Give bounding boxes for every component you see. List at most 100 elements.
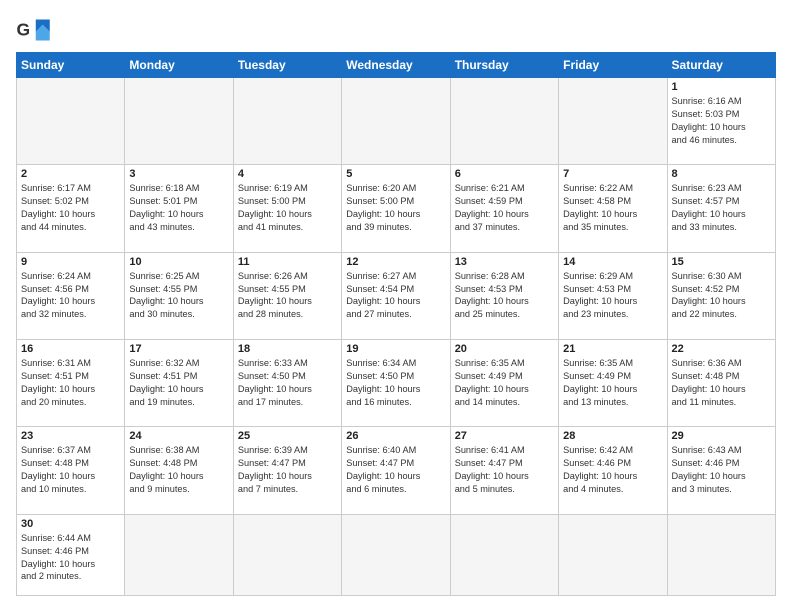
day-info: Sunrise: 6:16 AM Sunset: 5:03 PM Dayligh… [672, 95, 771, 147]
day-info: Sunrise: 6:43 AM Sunset: 4:46 PM Dayligh… [672, 444, 771, 496]
calendar-day-cell [559, 514, 667, 595]
day-number: 2 [21, 168, 120, 180]
calendar-day-cell: 18 Sunrise: 6:33 AM Sunset: 4:50 PM Dayli… [233, 340, 341, 427]
calendar-day-header: Monday [125, 53, 233, 78]
calendar-day-cell: 29 Sunrise: 6:43 AM Sunset: 4:46 PM Dayli… [667, 427, 775, 514]
day-info: Sunrise: 6:28 AM Sunset: 4:53 PM Dayligh… [455, 270, 554, 322]
day-number: 8 [672, 168, 771, 180]
calendar-day-header: Saturday [667, 53, 775, 78]
calendar-week-row: 1 Sunrise: 6:16 AM Sunset: 5:03 PM Daylig… [17, 78, 776, 165]
calendar-day-header: Thursday [450, 53, 558, 78]
day-info: Sunrise: 6:38 AM Sunset: 4:48 PM Dayligh… [129, 444, 228, 496]
day-number: 11 [238, 256, 337, 268]
calendar-day-cell: 8 Sunrise: 6:23 AM Sunset: 4:57 PM Daylig… [667, 165, 775, 252]
calendar-day-cell: 26Sunrise: 6:40 AM Sunset: 4:47 PM Dayli… [342, 427, 450, 514]
calendar-day-cell: 9 Sunrise: 6:24 AM Sunset: 4:56 PM Daylig… [17, 252, 125, 339]
calendar-day-cell: 6 Sunrise: 6:21 AM Sunset: 4:59 PM Daylig… [450, 165, 558, 252]
day-number: 25 [238, 430, 337, 442]
day-info: Sunrise: 6:22 AM Sunset: 4:58 PM Dayligh… [563, 182, 662, 234]
day-number: 24 [129, 430, 228, 442]
calendar-day-header: Friday [559, 53, 667, 78]
calendar-day-cell: 30 Sunrise: 6:44 AM Sunset: 4:46 PM Dayli… [17, 514, 125, 595]
day-info: Sunrise: 6:30 AM Sunset: 4:52 PM Dayligh… [672, 270, 771, 322]
day-info: Sunrise: 6:24 AM Sunset: 4:56 PM Dayligh… [21, 270, 120, 322]
calendar-day-cell: 16 Sunrise: 6:31 AM Sunset: 4:51 PM Dayli… [17, 340, 125, 427]
calendar-day-cell: 5 Sunrise: 6:20 AM Sunset: 5:00 PM Daylig… [342, 165, 450, 252]
logo-icon: G [16, 16, 52, 44]
day-info: Sunrise: 6:35 AM Sunset: 4:49 PM Dayligh… [455, 357, 554, 409]
day-number: 27 [455, 430, 554, 442]
calendar-day-cell: 24 Sunrise: 6:38 AM Sunset: 4:48 PM Dayli… [125, 427, 233, 514]
day-info: Sunrise: 6:39 AM Sunset: 4:47 PM Dayligh… [238, 444, 337, 496]
day-number: 16 [21, 343, 120, 355]
day-info: Sunrise: 6:19 AM Sunset: 5:00 PM Dayligh… [238, 182, 337, 234]
day-info: Sunrise: 6:40 AM Sunset: 4:47 PM Dayligh… [346, 444, 445, 496]
calendar-day-cell: 25 Sunrise: 6:39 AM Sunset: 4:47 PM Dayli… [233, 427, 341, 514]
calendar-day-cell [233, 514, 341, 595]
day-info: Sunrise: 6:27 AM Sunset: 4:54 PM Dayligh… [346, 270, 445, 322]
day-info: Sunrise: 6:21 AM Sunset: 4:59 PM Dayligh… [455, 182, 554, 234]
calendar-day-cell: 19Sunrise: 6:34 AM Sunset: 4:50 PM Dayli… [342, 340, 450, 427]
day-info: Sunrise: 6:25 AM Sunset: 4:55 PM Dayligh… [129, 270, 228, 322]
calendar-day-cell [125, 78, 233, 165]
day-info: Sunrise: 6:44 AM Sunset: 4:46 PM Dayligh… [21, 532, 120, 584]
day-number: 5 [346, 168, 445, 180]
day-number: 1 [672, 81, 771, 93]
day-number: 12 [346, 256, 445, 268]
calendar-day-cell: 13 Sunrise: 6:28 AM Sunset: 4:53 PM Dayli… [450, 252, 558, 339]
calendar-day-cell [342, 78, 450, 165]
day-info: Sunrise: 6:31 AM Sunset: 4:51 PM Dayligh… [21, 357, 120, 409]
calendar-week-row: 23 Sunrise: 6:37 AM Sunset: 4:48 PM Dayli… [17, 427, 776, 514]
day-number: 23 [21, 430, 120, 442]
day-info: Sunrise: 6:20 AM Sunset: 5:00 PM Dayligh… [346, 182, 445, 234]
day-number: 22 [672, 343, 771, 355]
day-info: Sunrise: 6:42 AM Sunset: 4:46 PM Dayligh… [563, 444, 662, 496]
calendar-week-row: 30 Sunrise: 6:44 AM Sunset: 4:46 PM Dayli… [17, 514, 776, 595]
day-number: 29 [672, 430, 771, 442]
day-number: 28 [563, 430, 662, 442]
day-info: Sunrise: 6:23 AM Sunset: 4:57 PM Dayligh… [672, 182, 771, 234]
calendar-day-cell: 4Sunrise: 6:19 AM Sunset: 5:00 PM Daylig… [233, 165, 341, 252]
day-info: Sunrise: 6:36 AM Sunset: 4:48 PM Dayligh… [672, 357, 771, 409]
day-info: Sunrise: 6:41 AM Sunset: 4:47 PM Dayligh… [455, 444, 554, 496]
calendar-day-cell: 17Sunrise: 6:32 AM Sunset: 4:51 PM Dayli… [125, 340, 233, 427]
calendar-day-cell: 15Sunrise: 6:30 AM Sunset: 4:52 PM Dayli… [667, 252, 775, 339]
calendar-day-cell: 23 Sunrise: 6:37 AM Sunset: 4:48 PM Dayli… [17, 427, 125, 514]
day-info: Sunrise: 6:17 AM Sunset: 5:02 PM Dayligh… [21, 182, 120, 234]
calendar-day-header: Sunday [17, 53, 125, 78]
day-info: Sunrise: 6:29 AM Sunset: 4:53 PM Dayligh… [563, 270, 662, 322]
day-number: 20 [455, 343, 554, 355]
day-number: 9 [21, 256, 120, 268]
day-number: 6 [455, 168, 554, 180]
day-number: 13 [455, 256, 554, 268]
day-number: 14 [563, 256, 662, 268]
calendar-day-cell: 14 Sunrise: 6:29 AM Sunset: 4:53 PM Dayli… [559, 252, 667, 339]
calendar-week-row: 2 Sunrise: 6:17 AM Sunset: 5:02 PM Daylig… [17, 165, 776, 252]
calendar-day-cell [667, 514, 775, 595]
calendar-week-row: 16 Sunrise: 6:31 AM Sunset: 4:51 PM Dayli… [17, 340, 776, 427]
svg-text:G: G [17, 19, 31, 39]
day-info: Sunrise: 6:33 AM Sunset: 4:50 PM Dayligh… [238, 357, 337, 409]
calendar-day-header: Tuesday [233, 53, 341, 78]
calendar-day-cell: 20 Sunrise: 6:35 AM Sunset: 4:49 PM Dayli… [450, 340, 558, 427]
calendar-day-cell [450, 78, 558, 165]
calendar-day-cell: 1 Sunrise: 6:16 AM Sunset: 5:03 PM Daylig… [667, 78, 775, 165]
calendar-day-cell: 12 Sunrise: 6:27 AM Sunset: 4:54 PM Dayli… [342, 252, 450, 339]
calendar-day-cell [559, 78, 667, 165]
calendar-day-cell: 22 Sunrise: 6:36 AM Sunset: 4:48 PM Dayli… [667, 340, 775, 427]
day-number: 7 [563, 168, 662, 180]
day-number: 3 [129, 168, 228, 180]
day-info: Sunrise: 6:37 AM Sunset: 4:48 PM Dayligh… [21, 444, 120, 496]
calendar-week-row: 9 Sunrise: 6:24 AM Sunset: 4:56 PM Daylig… [17, 252, 776, 339]
calendar-day-cell: 3Sunrise: 6:18 AM Sunset: 5:01 PM Daylig… [125, 165, 233, 252]
day-number: 18 [238, 343, 337, 355]
day-number: 19 [346, 343, 445, 355]
day-number: 30 [21, 518, 120, 530]
calendar-day-cell [233, 78, 341, 165]
day-info: Sunrise: 6:32 AM Sunset: 4:51 PM Dayligh… [129, 357, 228, 409]
calendar-header-row: SundayMondayTuesdayWednesdayThursdayFrid… [17, 53, 776, 78]
calendar-day-cell [342, 514, 450, 595]
calendar-day-header: Wednesday [342, 53, 450, 78]
day-info: Sunrise: 6:26 AM Sunset: 4:55 PM Dayligh… [238, 270, 337, 322]
day-number: 21 [563, 343, 662, 355]
